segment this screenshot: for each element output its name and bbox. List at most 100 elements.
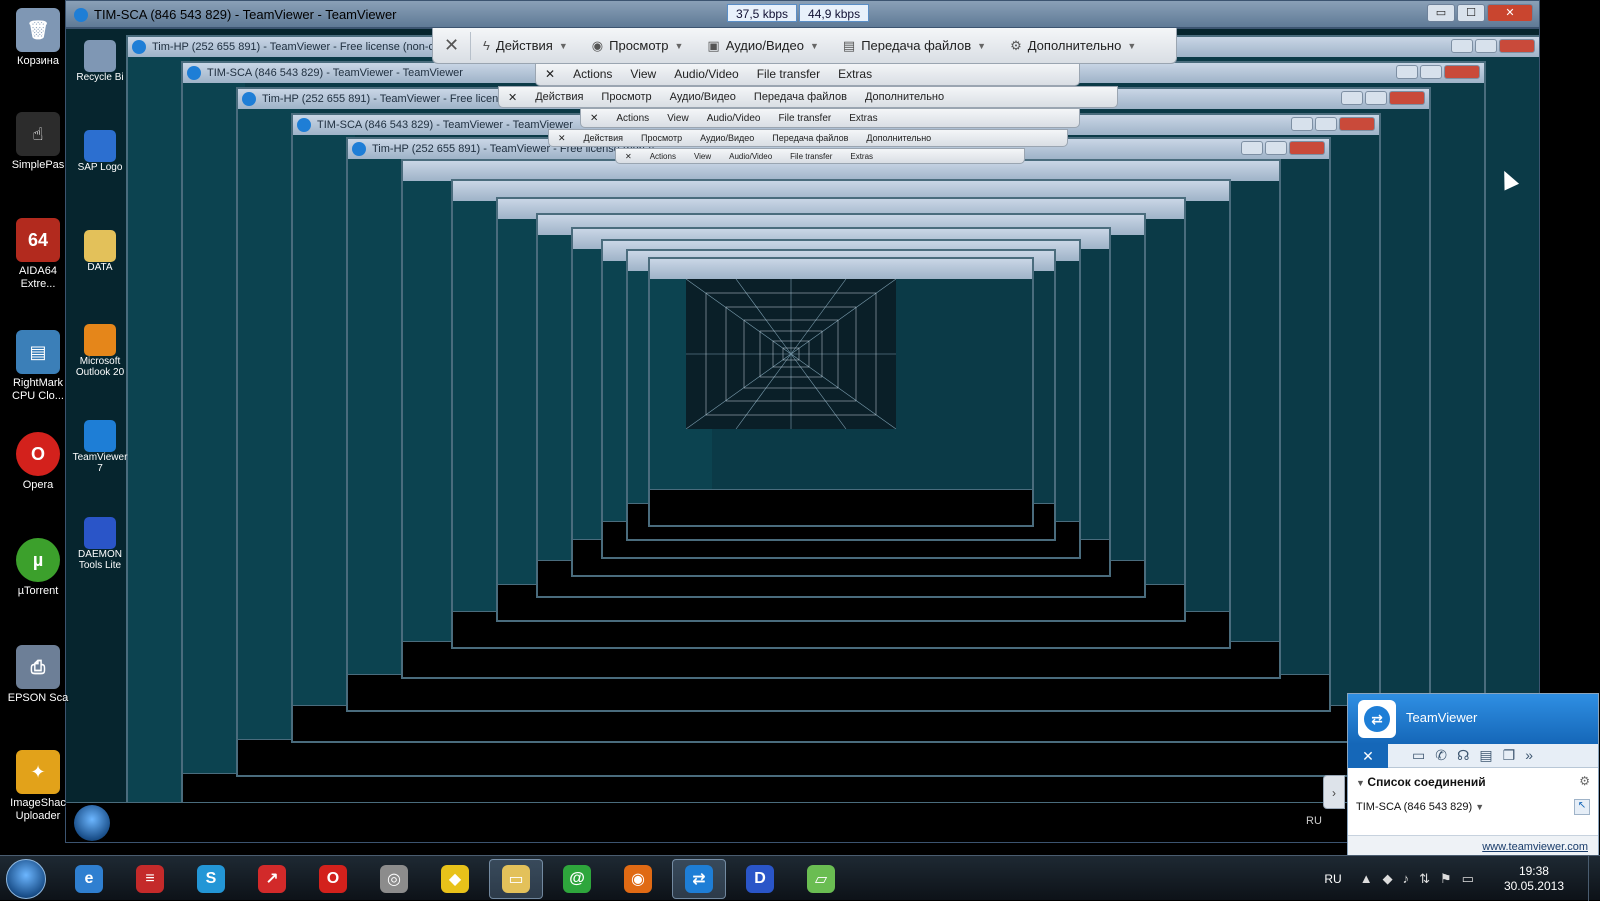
- upload-speed: 37,5 kbps: [727, 4, 798, 22]
- recursive-tunnel: [686, 279, 896, 429]
- remote-lang: RU: [1306, 815, 1322, 827]
- window-caption-buttons: ▭ ☐ ✕: [1427, 4, 1533, 22]
- daemon-tools-icon: [84, 517, 116, 549]
- taskbar-app-mail[interactable]: @: [550, 859, 604, 899]
- nested-toolbar: ✕ Actions View Audio/Video File transfer Extr…: [580, 108, 1080, 128]
- chat-icon[interactable]: ▤: [1479, 747, 1492, 764]
- internet-explorer-icon: e: [75, 865, 103, 893]
- monitor-icon[interactable]: ▭: [1462, 871, 1474, 887]
- nested-icon: SAP Logo: [70, 130, 130, 173]
- show-desktop-button[interactable]: [1588, 856, 1600, 901]
- desktop-icon-rightmark[interactable]: ▤ RightMark CPU Clo...: [4, 330, 72, 403]
- menu-audio-video[interactable]: ▣ Аудио/Видео ▼: [695, 38, 830, 54]
- tray-expand-icon[interactable]: ▲: [1360, 871, 1373, 887]
- panel-collapse-handle[interactable]: ›: [1323, 775, 1345, 809]
- flag-icon[interactable]: ⚑: [1440, 871, 1452, 887]
- desktop-icon-aida64[interactable]: 64 AIDA64 Extre...: [4, 218, 72, 291]
- download-speed: 44,9 kbps: [799, 4, 870, 22]
- teamviewer-icon: ⇄: [685, 865, 713, 893]
- sap-logo-icon: [84, 130, 116, 162]
- taskbar-app-opera[interactable]: O: [306, 859, 360, 899]
- taskbar-app-ie[interactable]: e: [62, 859, 116, 899]
- skype-icon: S: [197, 865, 225, 893]
- nested-window-title: TIM-SCA (846 543 829) - TeamViewer - Tea…: [317, 119, 573, 131]
- video-icon: ▣: [707, 37, 720, 53]
- lightning-icon: ϟ: [483, 38, 490, 53]
- taskbar-app-teamviewer[interactable]: ⇄: [672, 859, 726, 899]
- taskbar-app-books[interactable]: ≡: [123, 859, 177, 899]
- taskbar-app-skype[interactable]: S: [184, 859, 238, 899]
- teamviewer-logo-icon: ⇄: [1358, 700, 1396, 738]
- panel-close-button[interactable]: ✕: [1348, 744, 1388, 768]
- more-icon[interactable]: »: [1525, 747, 1533, 764]
- gear-icon[interactable]: ⚙: [1579, 774, 1590, 788]
- folder-icon: ▭: [502, 865, 530, 893]
- chevron-down-icon: ▼: [1356, 778, 1368, 788]
- panel-brand: TeamViewer: [1406, 710, 1478, 725]
- language-indicator[interactable]: RU: [1324, 872, 1341, 886]
- taskbar-app-notes[interactable]: ▱: [794, 859, 848, 899]
- utorrent-icon: µ: [16, 538, 60, 582]
- nested-icon: Recycle Bi: [70, 40, 130, 83]
- volume-icon[interactable]: ♪: [1403, 871, 1410, 887]
- eye-icon: ◉: [591, 37, 604, 53]
- pointer-icon[interactable]: ↖: [1574, 799, 1590, 815]
- chevron-down-icon: ▼: [977, 40, 987, 51]
- desktop-icon-epson-scan[interactable]: ⎙ EPSON Sca: [4, 645, 72, 705]
- network-icon[interactable]: ⇅: [1419, 871, 1430, 887]
- system-tray: RU ▲ ◆ ♪ ⇅ ⚑ ▭ 19:38 30.05.2013: [1324, 856, 1600, 901]
- panel-controls: ✕ ▭ ✆ ☊ ▤ ❐ »: [1348, 744, 1598, 768]
- nested-toolbar: ✕ Actions View Audio/Video File transfer Extr…: [615, 148, 1025, 164]
- desktop-icon-simplepass[interactable]: ☝ SimplePas: [4, 112, 72, 172]
- menu-view[interactable]: ◉ Просмотр ▼: [580, 38, 696, 54]
- nested-toolbar: ✕ Действия Просмотр Аудио/Видео Передача фай…: [498, 86, 1118, 108]
- connection-item[interactable]: TIM-SCA (846 543 829) ▼ ↖: [1348, 796, 1598, 818]
- notepad-icon: ▱: [807, 865, 835, 893]
- gear-icon: ⚙: [1010, 37, 1022, 53]
- maximize-button[interactable]: ☐: [1457, 4, 1485, 22]
- pdf-icon: ↗: [258, 865, 286, 893]
- connection-speed-indicator: 37,5 kbps 44,9 kbps: [727, 4, 870, 22]
- opera-icon: O: [16, 432, 60, 476]
- chevron-down-icon: ▼: [558, 40, 568, 51]
- clock[interactable]: 19:38 30.05.2013: [1504, 864, 1564, 894]
- phone-icon[interactable]: ✆: [1435, 747, 1447, 764]
- batman-tray-icon[interactable]: ◆: [1383, 871, 1393, 887]
- opera-icon: O: [319, 865, 347, 893]
- desktop-icon-opera[interactable]: O Opera: [4, 432, 72, 492]
- scanner-icon: ⎙: [16, 645, 60, 689]
- start-button[interactable]: [6, 859, 46, 899]
- at-mail-icon: @: [563, 865, 591, 893]
- taskbar-app-firefox[interactable]: ◉: [611, 859, 665, 899]
- desktop-icon-recycle-bin[interactable]: 🗑 Корзина: [4, 8, 72, 68]
- desktop-icon-utorrent[interactable]: µ µTorrent: [4, 538, 72, 598]
- desktop-icon-imageshack[interactable]: ✦ ImageShac Uploader: [4, 750, 72, 823]
- headset-icon[interactable]: ☊: [1457, 747, 1469, 764]
- teamviewer-panel: ⇄ TeamViewer ✕ ▭ ✆ ☊ ▤ ❐ » ▼ Список соед…: [1347, 693, 1599, 858]
- camera-icon[interactable]: ▭: [1412, 747, 1425, 764]
- folder-icon: [84, 230, 116, 262]
- taskbar-app-daemon[interactable]: D: [733, 859, 787, 899]
- aida64-icon: 64: [16, 218, 60, 262]
- menu-file-transfer[interactable]: ▤ Передача файлов ▼: [831, 38, 998, 54]
- daemon-tools-icon: D: [746, 865, 774, 893]
- close-button[interactable]: ✕: [1487, 4, 1533, 22]
- outlook-icon: [84, 324, 116, 356]
- clock-time: 19:38: [1518, 863, 1549, 878]
- taskbar-app-pdf[interactable]: ↗: [245, 859, 299, 899]
- minimize-button[interactable]: ▭: [1427, 4, 1455, 22]
- rightmark-icon: ▤: [16, 330, 60, 374]
- copy-icon[interactable]: ❐: [1503, 747, 1516, 764]
- taskbar-app-batman[interactable]: ◆: [428, 859, 482, 899]
- teamviewer-link[interactable]: www.teamviewer.com: [1348, 835, 1598, 857]
- clock-date: 30.05.2013: [1503, 878, 1564, 893]
- taskbar-app-explorer[interactable]: ▭: [489, 859, 543, 899]
- menu-actions[interactable]: ϟ Действия ▼: [471, 38, 580, 53]
- taskbar-app-clock[interactable]: ◎: [367, 859, 421, 899]
- connection-list-header[interactable]: ▼ Список соединений ⚙: [1348, 768, 1598, 796]
- chevron-down-icon: ▼: [674, 40, 684, 51]
- remote-start-orb: [74, 805, 110, 841]
- close-session-button[interactable]: ✕: [433, 31, 471, 60]
- chevron-down-icon: ▼: [1127, 40, 1137, 51]
- menu-extras[interactable]: ⚙ Дополнительно ▼: [998, 38, 1148, 54]
